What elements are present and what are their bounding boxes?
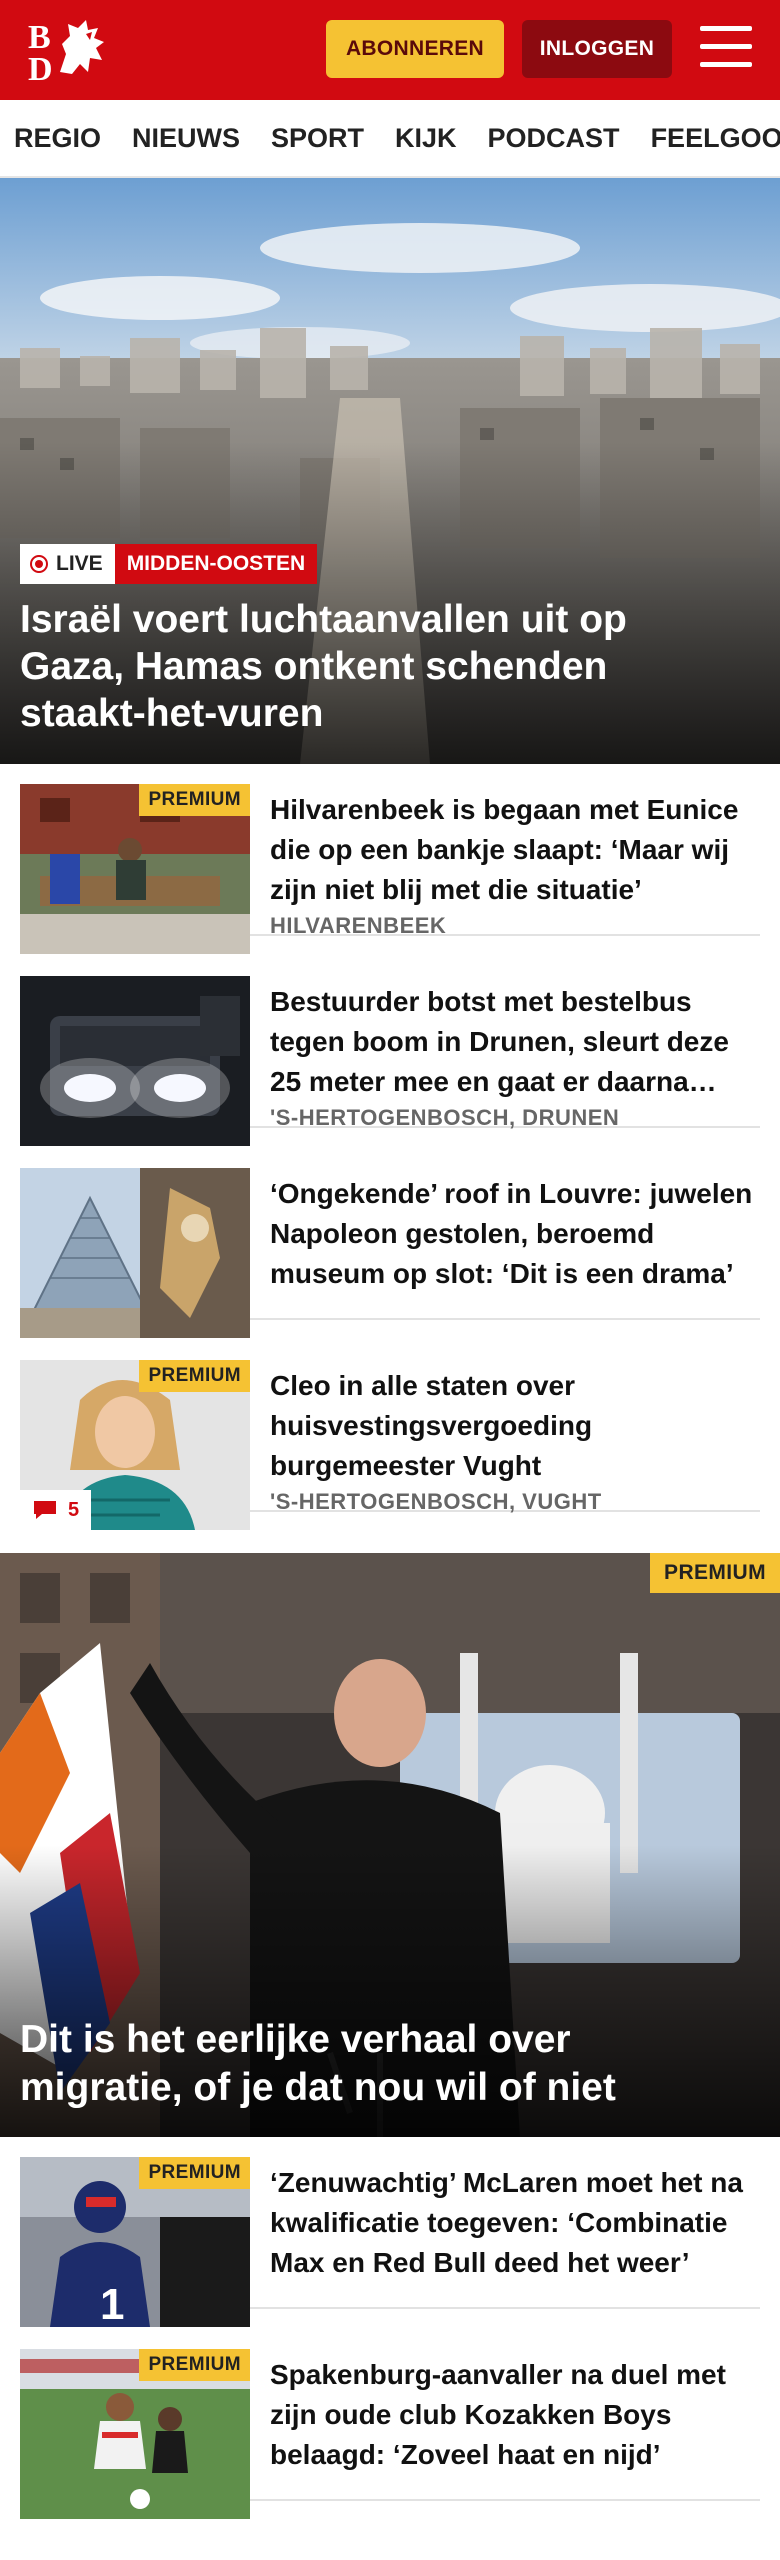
article-item[interactable]: Bestuurder botst met bestelbus tegen boo… [20,956,760,1146]
nav-item-regio[interactable]: REGIO [14,123,101,154]
article-thumbnail: 1 PREMIUM [20,2157,250,2327]
feature-story-title[interactable]: Dit is het eerlijke verhaal over migrati… [20,2016,740,2112]
premium-badge: PREMIUM [139,2157,250,2189]
premium-badge: PREMIUM [139,1360,250,1392]
article-title[interactable]: Bestuurder botst met bestelbus tegen boo… [270,982,760,1102]
bd-logo[interactable]: B D [26,14,122,88]
premium-badge: PREMIUM [650,1553,780,1593]
section-nav: REGIO NIEUWS SPORT KIJK PODCAST FEELGOOD… [0,100,780,178]
svg-text:D: D [28,51,53,84]
article-thumbnail: PREMIUM [20,784,250,954]
article-title[interactable]: ‘Ongekende’ roof in Louvre: juwelen Napo… [270,1174,760,1294]
article-thumbnail [20,1168,250,1338]
article-item[interactable]: ‘Ongekende’ roof in Louvre: juwelen Napo… [20,1148,760,1338]
article-item[interactable]: 1 PREMIUM ‘Zenuwachtig’ McLaren moet het… [20,2137,760,2327]
article-thumbnail [20,976,250,1146]
article-location: HILVARENBEEK [270,913,447,938]
topic-badge[interactable]: MIDDEN-OOSTEN [114,544,318,584]
article-item[interactable]: PREMIUM 5 Cleo in alle staten over huisv… [20,1340,760,1530]
nav-item-feelgood[interactable]: FEELGOOD [651,123,780,154]
nav-item-podcast[interactable]: PODCAST [488,123,620,154]
lead-story[interactable]: LIVE MIDDEN-OOSTEN Israël voert luchtaan… [0,178,780,764]
comment-count[interactable]: 5 [20,1490,92,1530]
article-item[interactable]: PREMIUM Spakenburg-aanvaller na duel met… [20,2329,760,2519]
article-location: 'S-HERTOGENBOSCH, DRUNEN [270,1105,620,1130]
article-thumbnail: PREMIUM 5 [20,1360,250,1530]
article-title[interactable]: Cleo in alle staten over huisvestingsver… [270,1366,760,1486]
lead-story-title[interactable]: Israël voert luchtaanvallen uit op Gaza,… [20,596,720,737]
nav-item-nieuws[interactable]: NIEUWS [132,123,240,154]
article-title[interactable]: ‘Zenuwachtig’ McLaren moet het na kwalif… [270,2163,760,2283]
login-button[interactable]: INLOGGEN [522,20,672,78]
live-label: LIVE [56,552,103,575]
subscribe-button[interactable]: ABONNEREN [326,20,504,78]
hamburger-menu-icon[interactable] [700,26,752,70]
feature-story[interactable]: PREMIUM Dit is het eerlijke verhaal over… [0,1553,780,2137]
nav-item-sport[interactable]: SPORT [271,123,364,154]
svg-text:1: 1 [100,2280,124,2327]
article-location: 'S-HERTOGENBOSCH, VUGHT [270,1489,602,1514]
live-dot-icon [30,555,48,573]
article-title[interactable]: Spakenburg-aanvaller na duel met zijn ou… [270,2355,760,2475]
article-thumbnail: PREMIUM [20,2349,250,2519]
comment-icon [34,1501,56,1519]
live-badge: LIVE [20,544,115,584]
article-item[interactable]: PREMIUM Hilvarenbeek is begaan met Eunic… [20,764,760,954]
top-bar: B D ABONNEREN INLOGGEN [0,0,780,100]
article-title[interactable]: Hilvarenbeek is begaan met Eunice die op… [270,790,760,910]
premium-badge: PREMIUM [139,784,250,816]
lead-story-tags: LIVE MIDDEN-OOSTEN [20,544,318,584]
comment-count-value: 5 [68,1498,80,1521]
nav-item-kijk[interactable]: KIJK [395,123,457,154]
premium-badge: PREMIUM [139,2349,250,2381]
